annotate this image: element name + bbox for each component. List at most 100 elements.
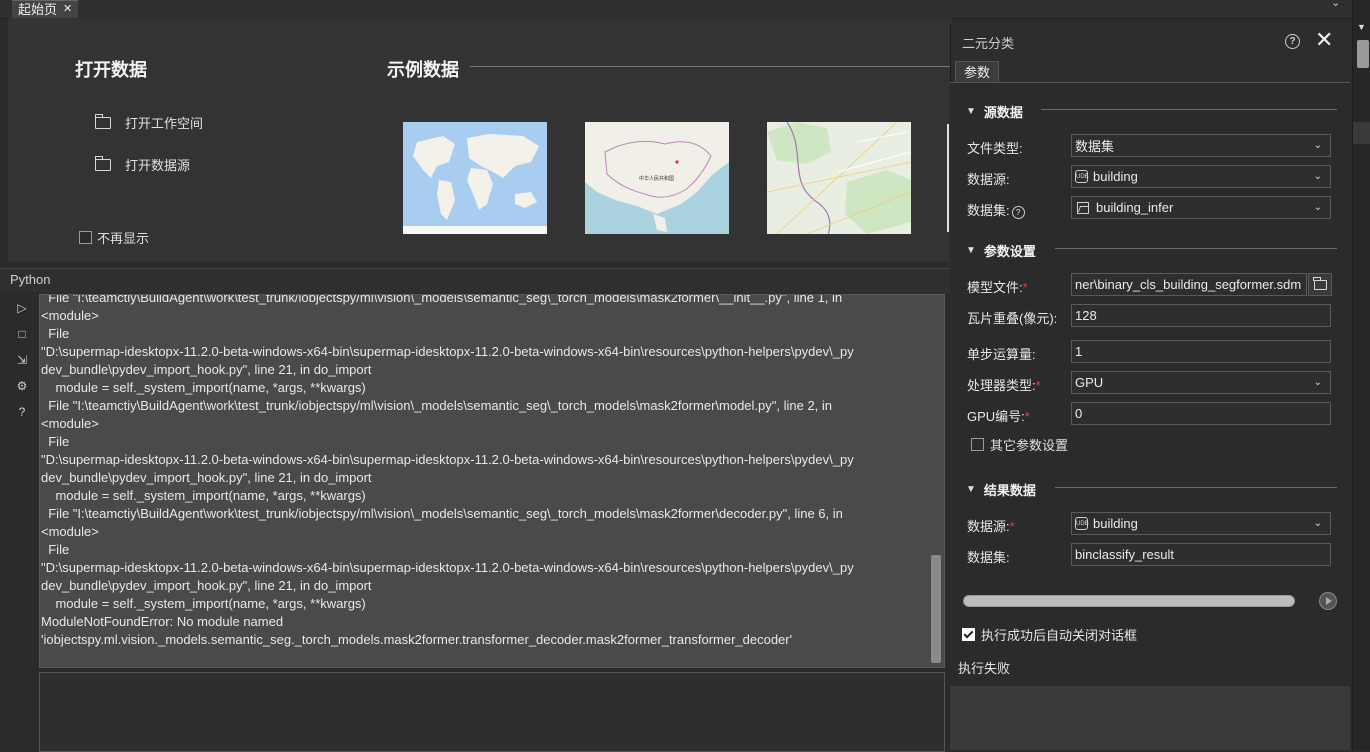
result-datasource-value: building (1093, 516, 1138, 531)
processor-select[interactable]: GPU ⌄ (1071, 371, 1331, 394)
tab-close-icon[interactable]: ✕ (63, 2, 72, 17)
autoclose-checkbox[interactable]: 执行成功后自动关闭对话框 (962, 625, 1137, 644)
source-datasource-value: building (1093, 169, 1138, 184)
tab-params[interactable]: 参数 (955, 61, 999, 83)
image-dataset-icon (1077, 201, 1089, 214)
overlap-input[interactable]: 128 (1071, 304, 1331, 327)
file-type-label: 文件类型: (967, 141, 1023, 156)
required-mark: * (1035, 378, 1041, 393)
file-type-select[interactable]: 数据集 ⌄ (1071, 134, 1331, 157)
sample-divider (470, 66, 950, 67)
model-file-value: ner\binary_cls_building_segformer.sdm (1075, 277, 1302, 292)
chevron-down-icon: ⌄ (1313, 140, 1322, 151)
dataset-help-icon[interactable]: ? (1011, 206, 1025, 219)
dialog-help-icon[interactable]: ? (1285, 34, 1300, 49)
param-section-title: 参数设置 (983, 244, 1036, 259)
gpu-label-row: GPU编号:* (967, 406, 1030, 425)
dialog-close-icon[interactable]: ✕ (1315, 28, 1333, 52)
result-dataset-value: binclassify_result (1075, 547, 1174, 562)
required-mark: * (1009, 519, 1015, 534)
overlap-value: 128 (1075, 308, 1097, 323)
export-icon[interactable]: ⇲ (15, 353, 29, 367)
tab-start-page[interactable]: 起始页 ✕ (12, 0, 79, 18)
run-button[interactable] (1319, 592, 1337, 610)
collapse-icon: ▼ (966, 245, 976, 256)
source-datasource-select[interactable]: UDB building ⌄ (1071, 165, 1331, 188)
run-icon[interactable]: ▷ (15, 301, 29, 315)
result-section-header[interactable]: ▼ 结果数据 (966, 480, 1036, 499)
collapse-icon: ▼ (966, 484, 976, 495)
tab-overflow-chevron-icon[interactable]: ⌄ (1331, 0, 1340, 9)
other-params-checkbox[interactable]: 其它参数设置 (971, 435, 1068, 454)
sample-terrain-map-thumbnail[interactable] (767, 122, 911, 234)
open-workspace-link[interactable]: 打开工作空间 (94, 113, 204, 132)
batch-label: 单步运算量: (967, 347, 1036, 362)
source-dataset-label-row: 数据集:? (967, 200, 1025, 219)
dock-scrollbar[interactable] (1357, 40, 1369, 68)
model-file-input[interactable]: ner\binary_cls_building_segformer.sdm (1071, 273, 1307, 296)
processor-label: 处理器类型: (967, 378, 1036, 393)
sample-world-map-thumbnail[interactable] (403, 122, 547, 234)
folder-icon (94, 155, 111, 171)
source-dataset-value: building_infer (1096, 200, 1174, 215)
sample-data-title: 示例数据 (387, 60, 459, 80)
gpu-label: GPU编号: (967, 409, 1025, 424)
autoclose-label: 执行成功后自动关闭对话框 (981, 628, 1138, 643)
status-text: 执行失败 (958, 661, 1011, 676)
param-section-header[interactable]: ▼ 参数设置 (966, 241, 1036, 260)
batch-input[interactable]: 1 (1071, 340, 1331, 363)
autoclose-checkbox-box[interactable] (962, 628, 975, 641)
open-datasource-link[interactable]: 打开数据源 (94, 155, 191, 174)
source-section-header[interactable]: ▼ 源数据 (966, 102, 1023, 121)
gpu-input[interactable]: 0 (1071, 402, 1331, 425)
section-divider (1041, 109, 1337, 110)
required-mark: * (1024, 409, 1030, 424)
section-divider (1055, 248, 1337, 249)
processor-value: GPU (1075, 375, 1104, 390)
other-params-checkbox-box[interactable] (971, 438, 984, 451)
china-map-label: 中华人民共和国 (639, 175, 674, 182)
python-input-area[interactable] (39, 672, 945, 752)
open-workspace-label: 打开工作空间 (125, 116, 204, 131)
tab-start-page-label: 起始页 (18, 2, 58, 17)
gpu-value: 0 (1075, 406, 1083, 421)
collapse-icon: ▼ (966, 106, 976, 117)
document-tab-bar: 起始页 ✕ ⌄ (0, 0, 1352, 19)
dock-tab[interactable] (1353, 122, 1370, 144)
no-show-checkbox-box[interactable] (79, 231, 92, 244)
required-mark: * (1022, 280, 1028, 295)
folder-icon (94, 113, 111, 129)
console-scrollbar[interactable] (931, 555, 941, 663)
settings-icon[interactable]: ⚙ (15, 379, 29, 393)
help-icon[interactable]: ? (15, 405, 29, 419)
overlap-label: 瓦片重叠(像元): (967, 311, 1058, 326)
result-section-title: 结果数据 (983, 483, 1036, 498)
progress-bar (963, 595, 1295, 607)
result-datasource-select[interactable]: UDB building ⌄ (1071, 512, 1331, 535)
sample-china-map-thumbnail[interactable]: 中华人民共和国 (585, 122, 729, 234)
no-show-checkbox[interactable]: 不再显示 (79, 228, 149, 247)
other-params-label: 其它参数设置 (990, 438, 1069, 453)
open-datasource-label: 打开数据源 (125, 158, 191, 173)
dock-chevron-icon[interactable]: ▼ (1357, 22, 1366, 32)
model-file-label: 模型文件: (967, 280, 1023, 295)
batch-value: 1 (1075, 344, 1083, 359)
right-dock-strip: ▼ (1352, 0, 1370, 750)
dialog-title: 二元分类 (962, 36, 1015, 51)
result-datasource-label: 数据源: (967, 519, 1010, 534)
result-datasource-label-row: 数据源:* (967, 516, 1015, 535)
folder-icon (1313, 276, 1327, 290)
dialog-bottom-area (950, 686, 1350, 750)
processor-label-row: 处理器类型:* (967, 375, 1041, 394)
console-text: File "I:\teamctiy\BuildAgent\work\test_t… (41, 294, 854, 647)
open-data-title: 打开数据 (75, 60, 147, 80)
result-dataset-input[interactable]: binclassify_result (1071, 543, 1331, 566)
chevron-down-icon: ⌄ (1313, 377, 1322, 388)
stop-icon[interactable]: □ (15, 327, 29, 341)
source-dataset-label: 数据集: (967, 203, 1010, 218)
browse-folder-button[interactable] (1308, 273, 1332, 296)
python-console-output[interactable]: File "I:\teamctiy\BuildAgent\work\test_t… (39, 294, 945, 668)
python-panel-header (0, 268, 950, 293)
source-dataset-select[interactable]: building_infer ⌄ (1071, 196, 1331, 219)
datasource-icon: UDB (1075, 170, 1089, 183)
